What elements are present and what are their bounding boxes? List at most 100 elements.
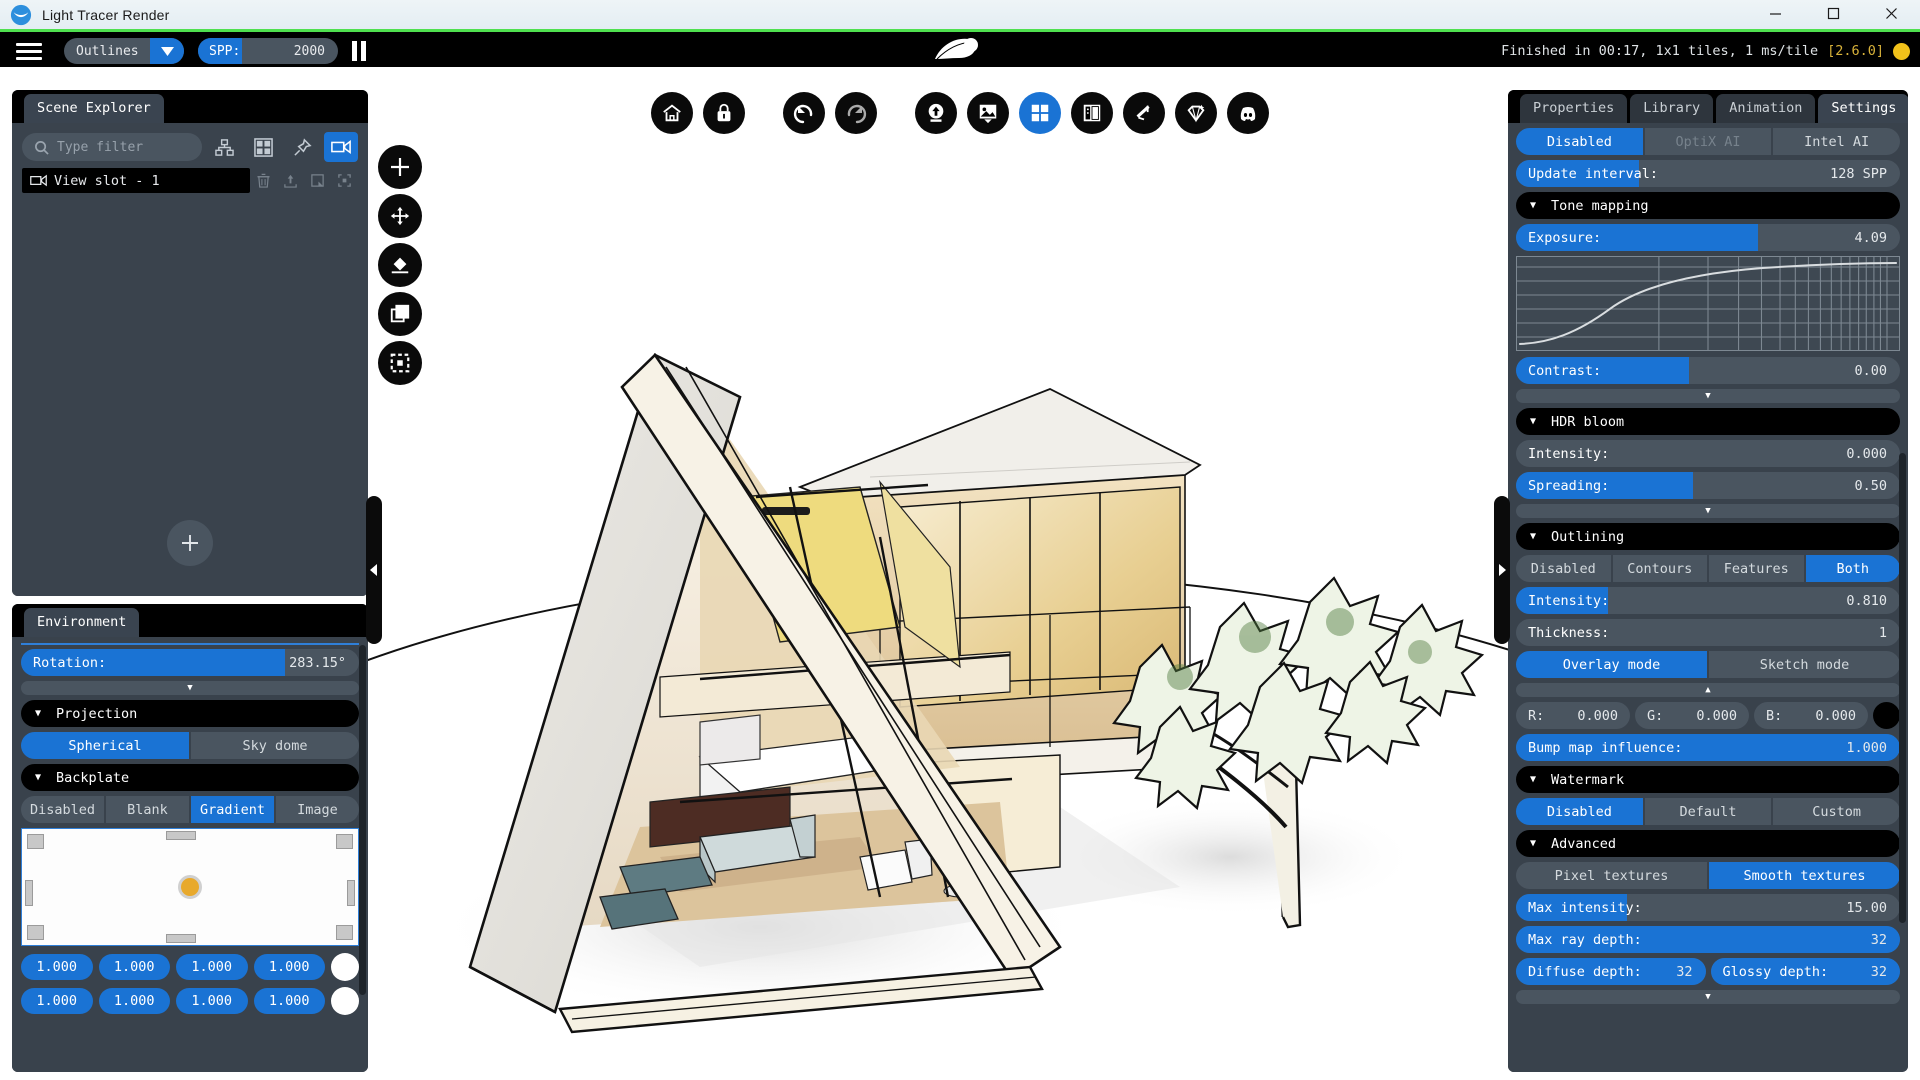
bloom-intensity-slider[interactable]: Intensity: 0.000 xyxy=(1516,440,1900,467)
camera-view-icon[interactable] xyxy=(324,132,358,162)
environment-scrollbar[interactable] xyxy=(359,645,366,995)
scene-item-name[interactable]: View slot - 1 xyxy=(22,168,250,193)
gradient-value-7[interactable]: 1.000 xyxy=(176,988,248,1014)
grid-view-icon[interactable] xyxy=(246,132,280,162)
delete-icon[interactable] xyxy=(250,168,277,193)
diffuse-depth-slider[interactable]: Diffuse depth: 32 xyxy=(1516,958,1706,985)
tab-library[interactable]: Library xyxy=(1630,94,1714,123)
undo-icon[interactable] xyxy=(783,92,825,134)
backplate-section-header[interactable]: ▼ Backplate xyxy=(21,764,359,791)
smooth-textures-button[interactable]: Smooth textures xyxy=(1709,862,1900,889)
advanced-expander[interactable]: ▼ xyxy=(1516,990,1900,1004)
denoiser-optix-ai[interactable]: OptiX AI xyxy=(1644,128,1772,155)
discord-icon[interactable] xyxy=(1227,92,1269,134)
tone-mapping-section-header[interactable]: ▼ Tone mapping xyxy=(1516,192,1900,219)
tab-settings[interactable]: Settings xyxy=(1818,94,1908,123)
gradient-value-8[interactable]: 1.000 xyxy=(253,988,325,1014)
grid-layout-icon[interactable] xyxy=(1019,92,1061,134)
sun-position-handle[interactable] xyxy=(178,875,202,899)
watermark-default[interactable]: Default xyxy=(1644,798,1772,825)
add-object-icon[interactable] xyxy=(378,145,422,189)
tab-animation[interactable]: Animation xyxy=(1716,94,1816,123)
gradient-color-swatch-1[interactable] xyxy=(331,953,359,981)
gradient-handle-tl[interactable] xyxy=(27,834,44,849)
bump-map-influence-slider[interactable]: Bump map influence: 1.000 xyxy=(1516,734,1900,761)
outline-color-r[interactable]: R: 0.000 xyxy=(1516,702,1630,729)
tone-mapping-expander[interactable]: ▼ xyxy=(1516,389,1900,403)
gradient-value-4[interactable]: 1.000 xyxy=(253,954,325,980)
outline-color-b[interactable]: B: 0.000 xyxy=(1754,702,1868,729)
outline-thickness-slider[interactable]: Thickness: 1 xyxy=(1516,619,1900,646)
duplicate-icon[interactable] xyxy=(378,292,422,336)
render-mode-select[interactable]: Outlines xyxy=(64,38,184,64)
image-icon[interactable] xyxy=(967,92,1009,134)
home-icon[interactable] xyxy=(651,92,693,134)
search-input[interactable]: Type filter xyxy=(22,133,202,161)
outlining-overlay-mode[interactable]: Overlay mode xyxy=(1516,651,1707,678)
hdr-bloom-expander[interactable]: ▼ xyxy=(1516,504,1900,518)
gradient-value-5[interactable]: 1.000 xyxy=(21,988,93,1014)
projection-spherical[interactable]: Spherical xyxy=(21,732,189,759)
gradient-handle-bl[interactable] xyxy=(27,925,44,940)
light-ray-icon[interactable] xyxy=(1123,92,1165,134)
gradient-value-6[interactable]: 1.000 xyxy=(98,988,170,1014)
outline-color-swatch[interactable] xyxy=(1873,702,1900,729)
tab-properties[interactable]: Properties xyxy=(1520,94,1628,123)
outline-intensity-slider[interactable]: Intensity: 0.810 xyxy=(1516,587,1900,614)
outlining-section-header[interactable]: ▼ Outlining xyxy=(1516,523,1900,550)
backplate-blank[interactable]: Blank xyxy=(106,796,189,823)
right-panel-collapse-handle[interactable] xyxy=(1494,496,1510,644)
projection-section-header[interactable]: ▼ Projection xyxy=(21,700,359,727)
panel-layout-icon[interactable] xyxy=(1071,92,1113,134)
tab-scene-explorer[interactable]: Scene Explorer xyxy=(24,94,164,123)
gradient-value-3[interactable]: 1.000 xyxy=(176,954,248,980)
gradient-handle-tr[interactable] xyxy=(336,834,353,849)
pixel-textures-button[interactable]: Pixel textures xyxy=(1516,862,1707,889)
move-tool-icon[interactable] xyxy=(378,194,422,238)
hierarchy-icon[interactable] xyxy=(207,132,241,162)
close-button[interactable] xyxy=(1862,0,1920,28)
hamburger-menu-icon[interactable] xyxy=(16,42,42,60)
gradient-editor[interactable] xyxy=(21,828,359,946)
pause-icon[interactable] xyxy=(352,41,366,61)
export-icon[interactable] xyxy=(277,168,304,193)
outlining-contours[interactable]: Contours xyxy=(1612,555,1707,582)
gradient-handle-ml[interactable] xyxy=(25,880,33,907)
contrast-slider[interactable]: Contrast: 0.00 xyxy=(1516,357,1900,384)
max-ray-depth-slider[interactable]: Max ray depth: 32 xyxy=(1516,926,1900,953)
gem-icon[interactable] xyxy=(1175,92,1217,134)
spp-field[interactable]: SPP: 2000 xyxy=(198,38,338,64)
list-item[interactable]: View slot - 1 xyxy=(22,168,358,193)
max-intensity-slider[interactable]: Max intensity: 15.00 xyxy=(1516,894,1900,921)
environment-expander[interactable]: ▼ xyxy=(21,681,359,695)
tone-curve-graph[interactable] xyxy=(1516,256,1900,351)
rotation-slider[interactable]: Rotation: 283.15° xyxy=(21,649,359,676)
advanced-section-header[interactable]: ▼ Advanced xyxy=(1516,830,1900,857)
tab-environment[interactable]: Environment xyxy=(24,608,140,637)
outlining-both[interactable]: Both xyxy=(1805,555,1900,582)
watermark-section-header[interactable]: ▼ Watermark xyxy=(1516,766,1900,793)
outlining-sketch-mode[interactable]: Sketch mode xyxy=(1709,651,1900,678)
expand-icon[interactable] xyxy=(304,168,331,193)
pin-icon[interactable] xyxy=(285,132,319,162)
exposure-slider[interactable]: Exposure: 4.09 xyxy=(1516,224,1900,251)
gradient-color-swatch-2[interactable] xyxy=(331,987,359,1015)
gradient-value-1[interactable]: 1.000 xyxy=(21,954,93,980)
gradient-handle-br[interactable] xyxy=(336,925,353,940)
watermark-disabled[interactable]: Disabled xyxy=(1516,798,1643,825)
redo-icon[interactable] xyxy=(835,92,877,134)
denoiser-disabled[interactable]: Disabled xyxy=(1516,128,1643,155)
select-region-icon[interactable] xyxy=(378,341,422,385)
lock-icon[interactable] xyxy=(703,92,745,134)
backplate-image[interactable]: Image xyxy=(276,796,359,823)
outlining-disabled[interactable]: Disabled xyxy=(1516,555,1611,582)
gradient-handle-bc[interactable] xyxy=(166,934,197,943)
settings-scrollbar[interactable] xyxy=(1899,453,1906,923)
maximize-button[interactable] xyxy=(1804,0,1862,28)
outlining-expander[interactable]: ▲ xyxy=(1516,683,1900,697)
outlining-features[interactable]: Features xyxy=(1709,555,1804,582)
denoiser-intel-ai[interactable]: Intel AI xyxy=(1773,128,1901,155)
left-panel-collapse-handle[interactable] xyxy=(366,496,382,644)
minimize-button[interactable] xyxy=(1746,0,1804,28)
gradient-value-2[interactable]: 1.000 xyxy=(98,954,170,980)
